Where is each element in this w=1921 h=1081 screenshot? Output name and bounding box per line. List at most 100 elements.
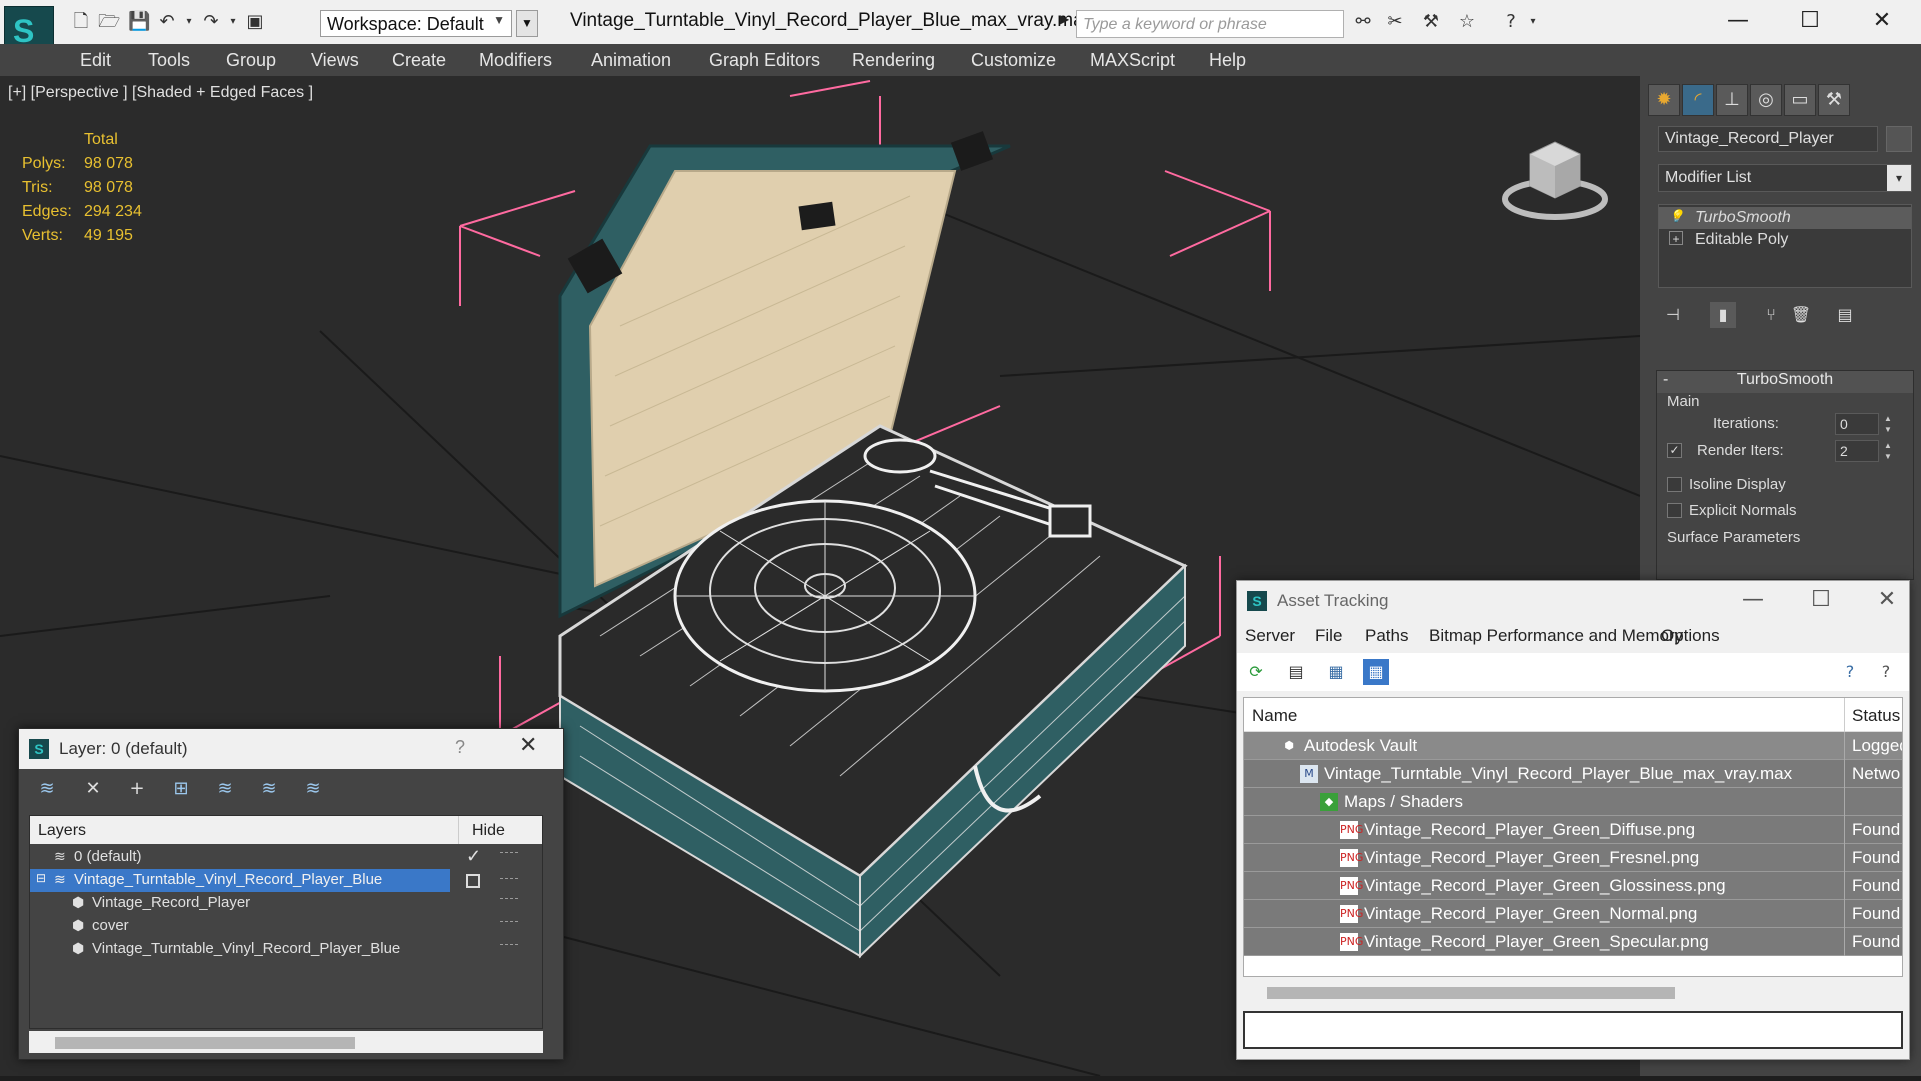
freeze-all-layers-icon[interactable]: ≋ bbox=[301, 777, 325, 801]
asset-row[interactable]: PNG Vintage_Record_Player_Green_Specular… bbox=[1244, 928, 1902, 956]
help-button[interactable]: ? bbox=[455, 737, 465, 758]
vault-help-icon[interactable]: ? bbox=[1837, 659, 1863, 685]
iterations-spinner[interactable]: 0 bbox=[1835, 413, 1879, 435]
configure-sets-icon[interactable]: ▤ bbox=[1832, 302, 1858, 328]
maximize-button[interactable]: ☐ bbox=[1790, 6, 1830, 36]
hide-toggle[interactable] bbox=[500, 852, 518, 855]
undo-icon[interactable]: ↶ bbox=[156, 11, 178, 33]
menu-file[interactable]: File bbox=[1315, 626, 1342, 646]
menu-tools[interactable]: Tools bbox=[148, 50, 190, 71]
highlight-layer-icon[interactable]: ≋ bbox=[213, 777, 237, 801]
maximize-button[interactable]: ☐ bbox=[1803, 585, 1839, 615]
horizontal-scrollbar[interactable] bbox=[29, 1031, 543, 1053]
menu-modifiers[interactable]: Modifiers bbox=[479, 50, 552, 71]
modify-tab-icon[interactable]: ◜ bbox=[1682, 84, 1714, 116]
remove-modifier-icon[interactable]: 🗑 bbox=[1788, 302, 1814, 328]
menu-bitmap-performance[interactable]: Bitmap Performance and Memory bbox=[1429, 626, 1683, 646]
menu-views[interactable]: Views bbox=[311, 50, 359, 71]
thumbnail-view-icon[interactable]: ▦ bbox=[1323, 659, 1349, 685]
menu-create[interactable]: Create bbox=[392, 50, 446, 71]
menu-paths[interactable]: Paths bbox=[1365, 626, 1408, 646]
settings-help-icon[interactable]: ? bbox=[1873, 659, 1899, 685]
spinner-arrows-icon[interactable]: ▲ ▼ bbox=[1883, 413, 1893, 435]
workspace-dropdown[interactable]: Workspace: Default ▼ bbox=[320, 10, 512, 37]
viewport-label[interactable]: [+] [Perspective ] [Shaded + Edged Faces… bbox=[8, 84, 313, 102]
menu-help[interactable]: Help bbox=[1209, 50, 1246, 71]
menu-animation[interactable]: Animation bbox=[591, 50, 671, 71]
menu-group[interactable]: Group bbox=[226, 50, 276, 71]
hide-toggle[interactable] bbox=[500, 921, 518, 924]
workspace-menu-button[interactable]: ▼ bbox=[516, 10, 538, 37]
redo-dropdown-icon[interactable]: ▾ bbox=[222, 11, 244, 33]
hide-all-layers-icon[interactable]: ≋ bbox=[257, 777, 281, 801]
menu-server[interactable]: Server bbox=[1245, 626, 1295, 646]
asset-row[interactable]: PNG Vintage_Record_Player_Green_Glossine… bbox=[1244, 872, 1902, 900]
rollout-header[interactable]: - TurboSmooth bbox=[1657, 371, 1913, 393]
object-color-swatch[interactable] bbox=[1886, 126, 1912, 152]
pin-stack-icon[interactable]: ⊣ bbox=[1660, 302, 1686, 328]
column-name[interactable]: Name bbox=[1252, 706, 1297, 726]
render-iters-spinner[interactable]: 2 bbox=[1835, 440, 1879, 462]
set-current-layer-icon[interactable] bbox=[466, 874, 480, 888]
help-dropdown-icon[interactable]: ▾ bbox=[1522, 11, 1544, 33]
menu-rendering[interactable]: Rendering bbox=[852, 50, 935, 71]
asset-row[interactable]: PNG Vintage_Record_Player_Green_Normal.p… bbox=[1244, 900, 1902, 928]
redo-icon[interactable]: ↷ bbox=[200, 11, 222, 33]
list-view-icon[interactable]: ▤ bbox=[1283, 659, 1309, 685]
display-tab-icon[interactable]: ▭ bbox=[1784, 84, 1816, 116]
menu-edit[interactable]: Edit bbox=[80, 50, 111, 71]
asset-row[interactable]: M Vintage_Turntable_Vinyl_Record_Player_… bbox=[1244, 760, 1902, 788]
expand-icon[interactable]: + bbox=[1669, 231, 1683, 246]
close-button[interactable]: ✕ bbox=[519, 733, 537, 758]
layer-row[interactable]: ≋ 0 (default) ✓ bbox=[30, 846, 542, 869]
project-folder-icon[interactable]: ▣ bbox=[244, 11, 266, 33]
stack-item-turbosmooth[interactable]: 💡 TurboSmooth bbox=[1659, 207, 1911, 229]
hide-toggle[interactable] bbox=[500, 944, 518, 947]
community-icon[interactable]: ⚒ bbox=[1420, 11, 1442, 33]
star-icon[interactable]: ☆ bbox=[1456, 11, 1478, 33]
add-to-layer-icon[interactable]: + bbox=[125, 777, 149, 801]
horizontal-scrollbar[interactable] bbox=[1243, 981, 1903, 1005]
menu-maxscript[interactable]: MAXScript bbox=[1090, 50, 1175, 71]
column-layers[interactable]: Layers bbox=[38, 822, 86, 840]
lightbulb-icon[interactable]: 💡 bbox=[1669, 209, 1684, 223]
surface-parameters-group[interactable]: Surface Parameters bbox=[1667, 529, 1800, 546]
scrollbar-thumb[interactable] bbox=[55, 1037, 355, 1049]
collapse-icon[interactable]: - bbox=[1663, 371, 1668, 389]
select-objects-icon[interactable]: ⊞ bbox=[169, 777, 193, 801]
make-unique-icon[interactable]: ⑂ bbox=[1758, 302, 1784, 328]
asset-row[interactable]: ◆ Maps / Shaders bbox=[1244, 788, 1902, 816]
motion-tab-icon[interactable]: ◎ bbox=[1750, 84, 1782, 116]
menu-graph-editors[interactable]: Graph Editors bbox=[709, 50, 820, 71]
render-iters-checkbox[interactable]: ✓ bbox=[1667, 443, 1682, 458]
undo-dropdown-icon[interactable]: ▾ bbox=[178, 11, 200, 33]
hide-toggle[interactable] bbox=[500, 878, 518, 881]
explicit-normals-checkbox[interactable] bbox=[1667, 503, 1682, 518]
asset-row[interactable]: ⬢ Autodesk Vault Logged bbox=[1244, 732, 1902, 760]
asset-path-field[interactable] bbox=[1243, 1011, 1903, 1049]
hide-toggle[interactable] bbox=[500, 898, 518, 901]
stack-item-editable-poly[interactable]: + Editable Poly bbox=[1659, 229, 1911, 251]
tools-icon[interactable]: ✂ bbox=[1384, 11, 1406, 33]
current-layer-check-icon[interactable]: ✓ bbox=[466, 846, 481, 867]
isoline-display-checkbox[interactable] bbox=[1667, 477, 1682, 492]
close-button[interactable]: ✕ bbox=[1869, 585, 1905, 615]
minimize-button[interactable]: — bbox=[1735, 585, 1771, 615]
create-layer-icon[interactable]: ≋ bbox=[35, 777, 59, 801]
close-button[interactable]: ✕ bbox=[1862, 6, 1902, 36]
viewcube-icon[interactable] bbox=[1500, 124, 1610, 224]
refresh-icon[interactable]: ⟳ bbox=[1243, 659, 1269, 685]
object-name-field[interactable]: Vintage_Record_Player bbox=[1658, 126, 1878, 152]
object-row[interactable]: ⬢ cover bbox=[30, 915, 542, 938]
new-file-icon[interactable]: 🗋 bbox=[70, 11, 92, 33]
modifier-list-dropdown[interactable]: Modifier List ▾ bbox=[1658, 164, 1912, 192]
search-input[interactable]: Type a keyword or phrase bbox=[1076, 10, 1344, 38]
table-view-icon[interactable]: ▦ bbox=[1363, 659, 1389, 685]
save-icon[interactable]: 💾 bbox=[128, 11, 150, 33]
asset-titlebar[interactable]: S Asset Tracking — ☐ ✕ bbox=[1237, 581, 1909, 621]
create-tab-icon[interactable]: ✹ bbox=[1648, 84, 1680, 116]
collapse-icon[interactable]: ⊟ bbox=[36, 871, 46, 885]
binoculars-icon[interactable]: ⚯ bbox=[1352, 11, 1374, 33]
layer-titlebar[interactable]: S Layer: 0 (default) ? ✕ bbox=[19, 729, 563, 769]
column-status[interactable]: Status bbox=[1852, 706, 1900, 726]
